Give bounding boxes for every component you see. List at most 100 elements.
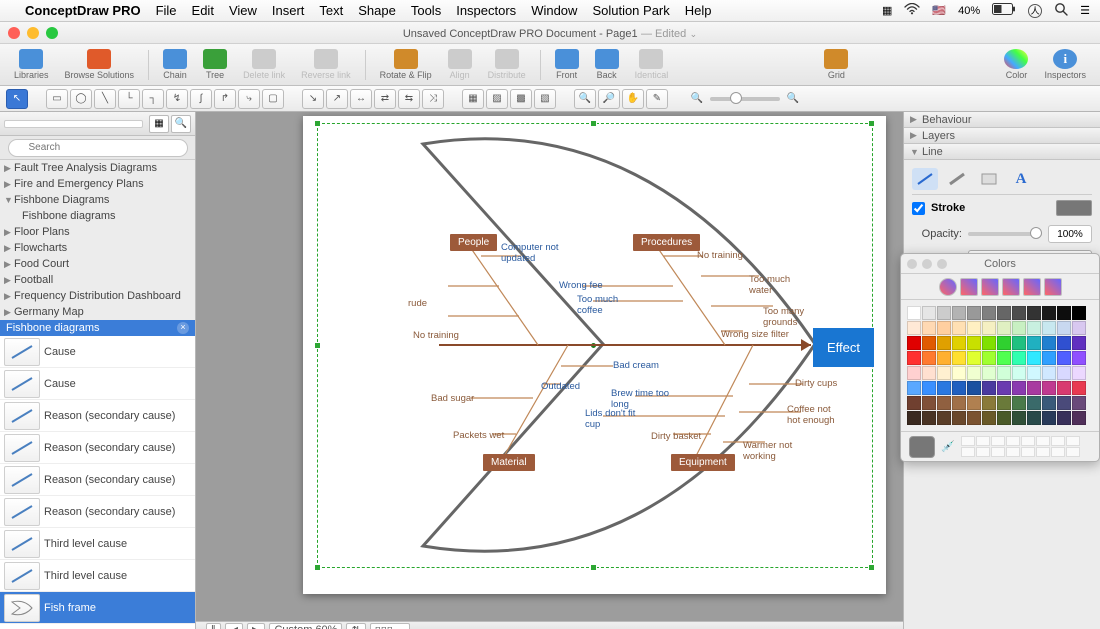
color-swatch[interactable] [967,396,981,410]
color-swatch[interactable] [952,381,966,395]
menu-file[interactable]: File [156,3,177,18]
color-swatch[interactable] [1072,366,1086,380]
shape-item[interactable]: Third level cause [0,560,195,592]
arrow3-tool[interactable]: ↔ [350,89,372,109]
app-name[interactable]: ConceptDraw PRO [25,3,141,18]
tab-fill[interactable] [976,168,1002,190]
spotlight-icon[interactable] [1054,2,1068,19]
color-swatch[interactable] [982,411,996,425]
color-swatch[interactable] [997,351,1011,365]
page-nav-start[interactable]: ‖ [206,623,221,629]
sec-behaviour[interactable]: ▶Behaviour [904,112,1100,128]
color-swatch[interactable] [952,321,966,335]
flag-icon[interactable]: 🇺🇸 [932,4,946,17]
color-swatch[interactable] [1027,351,1041,365]
color-swatch[interactable] [922,321,936,335]
shape-item[interactable]: Fish frame [0,592,195,624]
color-swatch[interactable] [1042,381,1056,395]
group4-tool[interactable]: ▧ [534,89,556,109]
color-swatch[interactable] [937,381,951,395]
color-swatch[interactable] [1012,351,1026,365]
toolbar-ident[interactable]: Identical [629,49,675,80]
panel-min-button[interactable] [922,259,932,269]
color-swatch[interactable] [1057,396,1071,410]
tree-item[interactable]: ▶Frequency Distribution Dashboard [0,288,195,304]
shape-item[interactable]: Reason (secondary cause) [0,432,195,464]
eyedrop-tool[interactable]: ✎ [646,89,668,109]
color-swatch[interactable] [967,321,981,335]
current-library-header[interactable]: Fishbone diagrams × [0,320,195,336]
rect-tool[interactable]: ▭ [46,89,68,109]
tree-item[interactable]: ▶Germany Map [0,304,195,320]
color-swatch[interactable] [907,411,921,425]
color-swatch[interactable] [1057,411,1071,425]
wifi-icon[interactable] [904,3,920,18]
color-swatch[interactable] [982,321,996,335]
color-palette-tab[interactable] [981,278,999,296]
color-swatch[interactable] [1027,381,1041,395]
opacity-value[interactable]: 100% [1048,225,1092,243]
color-swatch[interactable] [1042,411,1056,425]
current-color-well[interactable] [909,436,935,458]
color-swatch[interactable] [982,306,996,320]
color-swatch[interactable] [922,411,936,425]
tree-item[interactable]: ▶Floor Plans [0,224,195,240]
toolbar-dellink[interactable]: Delete link [237,49,291,80]
toolbar-back[interactable]: Back [589,49,625,80]
arrow1-tool[interactable]: ↘ [302,89,324,109]
color-swatch[interactable] [967,381,981,395]
color-swatch[interactable] [1042,366,1056,380]
color-swatch[interactable] [907,336,921,350]
color-swatch[interactable] [937,366,951,380]
toolbar-tree[interactable]: Tree [197,49,233,80]
connector-2-tool[interactable]: ↱ [214,89,236,109]
color-swatch[interactable] [1057,351,1071,365]
color-swatch[interactable] [1057,336,1071,350]
tree-item[interactable]: ▶Food Court [0,256,195,272]
toolbar-insp[interactable]: iInspectors [1038,49,1092,80]
menuextra-list-icon[interactable]: ☰ [1080,4,1090,17]
lib-grid-view[interactable]: ▦ [149,115,169,133]
color-swatch[interactable] [1057,366,1071,380]
tab-shadow[interactable] [944,168,970,190]
color-swatch[interactable] [907,306,921,320]
zoom-in-tool[interactable]: 🔍 [574,89,596,109]
color-swatch[interactable] [1057,306,1071,320]
ellipse-tool[interactable]: ◯ [70,89,92,109]
color-swatch[interactable] [937,321,951,335]
color-custom-tab[interactable] [1044,278,1062,296]
arrow5-tool[interactable]: ⇆ [398,89,420,109]
text-tool[interactable]: ▢ [262,89,284,109]
group1-tool[interactable]: ▦ [462,89,484,109]
color-swatch[interactable] [1042,321,1056,335]
color-swatch[interactable] [1027,336,1041,350]
color-swatch[interactable] [1012,336,1026,350]
connector-l2-tool[interactable]: ┐ [142,89,164,109]
color-swatch[interactable] [1072,396,1086,410]
color-swatch[interactable] [967,306,981,320]
tree-item[interactable]: ▶Fire and Emergency Plans [0,176,195,192]
stroke-color-well[interactable] [1056,200,1092,216]
menu-insert[interactable]: Insert [272,3,305,18]
page-nav-prev[interactable]: ◀ [225,623,243,629]
color-swatch[interactable] [1057,381,1071,395]
color-swatch[interactable] [1012,321,1026,335]
color-swatch[interactable] [1072,381,1086,395]
color-swatch[interactable] [922,366,936,380]
tab-text[interactable]: A [1008,168,1034,190]
color-swatch[interactable] [952,336,966,350]
sec-line[interactable]: ▼Line [904,144,1100,160]
color-swatch[interactable] [937,411,951,425]
color-swatch[interactable] [1012,396,1026,410]
shape-item[interactable]: Third level cause [0,528,195,560]
color-swatch[interactable] [967,366,981,380]
menu-help[interactable]: Help [685,3,712,18]
zoom-out-tool[interactable]: 🔎 [598,89,620,109]
close-window-button[interactable] [8,27,20,39]
color-swatch[interactable] [1042,306,1056,320]
color-swatch[interactable] [952,396,966,410]
color-swatch[interactable] [937,306,951,320]
color-swatch[interactable] [952,411,966,425]
color-swatch[interactable] [952,306,966,320]
sec-layers[interactable]: ▶Layers [904,128,1100,144]
